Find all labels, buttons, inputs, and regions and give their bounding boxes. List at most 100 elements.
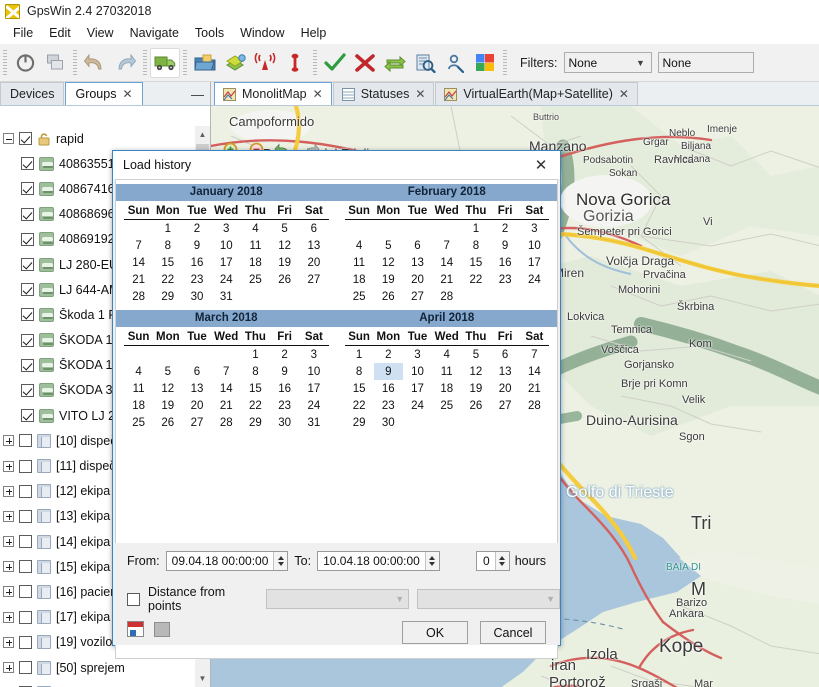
calendar-day-cell[interactable]: 30 <box>374 415 403 432</box>
dialog-title-bar[interactable]: Load history ✕ <box>113 151 560 179</box>
calendar-day-cell[interactable]: 11 <box>124 380 153 397</box>
expand-icon[interactable] <box>3 636 14 648</box>
calendar-day-cell[interactable]: 22 <box>241 398 270 415</box>
calendar-day-cell[interactable]: 25 <box>124 415 153 432</box>
menu-navigate[interactable]: Navigate <box>122 24 187 42</box>
calendar-day-cell[interactable]: 16 <box>491 254 520 271</box>
calendar-day-cell[interactable]: 5 <box>153 363 182 380</box>
calendar-day-cell[interactable]: 26 <box>461 398 490 415</box>
calendar-day-cell[interactable]: 17 <box>520 254 549 271</box>
calendar-day-cell[interactable]: 27 <box>403 289 432 306</box>
calendar-day-cell[interactable]: 28 <box>124 289 153 306</box>
calendar-day-cell[interactable]: 25 <box>345 289 374 306</box>
copy-windows-icon[interactable] <box>40 48 70 78</box>
calendar-day-cell[interactable]: 22 <box>345 398 374 415</box>
expand-icon[interactable] <box>3 485 14 497</box>
hours-spinner[interactable] <box>494 552 509 570</box>
close-icon[interactable]: ✕ <box>122 87 132 101</box>
calendar-day-cell[interactable]: 20 <box>491 380 520 397</box>
antenna-icon[interactable] <box>250 48 280 78</box>
calendar-day-cell[interactable]: 4 <box>345 237 374 254</box>
collapse-icon[interactable] <box>3 133 14 145</box>
menu-view[interactable]: View <box>79 24 122 42</box>
calendar-day-cell[interactable]: 30 <box>270 415 299 432</box>
calendar-day-cell[interactable]: 8 <box>153 237 182 254</box>
tree-row-checkbox[interactable] <box>21 358 34 372</box>
tree-row-checkbox[interactable] <box>19 509 32 523</box>
calendar-day-cell[interactable]: 10 <box>520 237 549 254</box>
calendar-day-cell[interactable]: 24 <box>212 272 241 289</box>
from-date-spinner[interactable] <box>273 552 288 570</box>
calendar-day-cell[interactable]: 8 <box>345 363 374 380</box>
to-date-spinner[interactable] <box>424 552 439 570</box>
google-map-icon[interactable] <box>470 48 500 78</box>
calendar-day-cell[interactable]: 2 <box>491 220 520 238</box>
calendar-day-cell[interactable]: 9 <box>270 363 299 380</box>
expand-icon[interactable] <box>3 435 14 447</box>
expand-icon[interactable] <box>3 561 14 573</box>
from-date-input[interactable]: 09.04.18 00:00:00 <box>165 551 289 571</box>
calendar-day-cell[interactable]: 9 <box>182 237 211 254</box>
calendar-day-cell[interactable]: 1 <box>153 220 182 238</box>
calendar-day-cell[interactable]: 15 <box>345 380 374 397</box>
calendar-day-cell[interactable]: 11 <box>432 363 461 380</box>
tree-row-checkbox[interactable] <box>19 535 32 549</box>
tree-row-checkbox[interactable] <box>21 258 34 272</box>
calendar-day-cell[interactable]: 27 <box>491 398 520 415</box>
tree-row-checkbox[interactable] <box>21 308 34 322</box>
tree-row-checkbox[interactable] <box>19 132 32 146</box>
calendar-day-cell[interactable]: 12 <box>153 380 182 397</box>
calendar-day-cell[interactable]: 6 <box>182 363 211 380</box>
calendar-day-cell[interactable]: 13 <box>491 363 520 380</box>
tree-row-checkbox[interactable] <box>21 409 34 423</box>
calendar-day-cell[interactable]: 29 <box>241 415 270 432</box>
toolbar-grip-3[interactable] <box>143 49 147 76</box>
expand-icon[interactable] <box>3 536 14 548</box>
tree-row-checkbox[interactable] <box>19 585 32 599</box>
calendar-day-cell[interactable]: 18 <box>432 380 461 397</box>
expand-icon[interactable] <box>3 460 14 472</box>
open-folder-icon[interactable] <box>190 48 220 78</box>
calendar-day-cell[interactable]: 14 <box>124 254 153 271</box>
calendar-day-cell[interactable]: 25 <box>432 398 461 415</box>
calendar-day-cell[interactable]: 17 <box>299 380 328 397</box>
exchange-icon[interactable] <box>380 48 410 78</box>
tab-virtualearth[interactable]: VirtualEarth(Map+Satellite) ✕ <box>435 82 638 105</box>
calendar-day-cell[interactable]: 4 <box>124 363 153 380</box>
calendar-day-cell[interactable]: 7 <box>432 237 461 254</box>
calendar-export-icon[interactable] <box>127 621 144 637</box>
toolbar-grip-6[interactable] <box>503 49 507 76</box>
calendar-day-cell[interactable]: 21 <box>520 380 549 397</box>
calendar-day-cell[interactable]: 12 <box>270 237 299 254</box>
calendar-day-cell[interactable]: 31 <box>212 289 241 306</box>
calendar-day-cell[interactable]: 19 <box>374 272 403 289</box>
menu-window[interactable]: Window <box>232 24 292 42</box>
calendar-day-cell[interactable]: 14 <box>212 380 241 397</box>
calendar-day-cell[interactable]: 6 <box>403 237 432 254</box>
expand-icon[interactable] <box>3 611 14 623</box>
redo-icon[interactable] <box>110 48 140 78</box>
calendar-day-cell[interactable]: 23 <box>374 398 403 415</box>
power-icon[interactable] <box>10 48 40 78</box>
calendar-day-cell[interactable]: 6 <box>299 220 328 238</box>
tree-row-checkbox[interactable] <box>21 383 34 397</box>
close-icon[interactable]: ✕ <box>313 87 323 101</box>
calendar-day-cell[interactable]: 10 <box>212 237 241 254</box>
calendar-day-cell[interactable]: 11 <box>345 254 374 271</box>
calendar-day-cell[interactable]: 20 <box>299 254 328 271</box>
calendar-day-cell[interactable]: 22 <box>153 272 182 289</box>
check-green-icon[interactable] <box>320 48 350 78</box>
close-icon[interactable]: ✕ <box>415 87 425 101</box>
calendar-day-cell[interactable]: 17 <box>212 254 241 271</box>
ok-button[interactable]: OK <box>402 621 468 644</box>
calendar-day-cell[interactable]: 4 <box>241 220 270 238</box>
filter-secondary-field[interactable]: None <box>657 52 754 73</box>
menu-help[interactable]: Help <box>293 24 335 42</box>
calendar-day-cell[interactable]: 23 <box>491 272 520 289</box>
distance-from-points-checkbox[interactable] <box>127 592 140 606</box>
calendar-day-cell[interactable]: 15 <box>241 380 270 397</box>
report-search-icon[interactable] <box>410 48 440 78</box>
tree-row-checkbox[interactable] <box>21 157 34 171</box>
calendar-day-cell[interactable]: 2 <box>374 345 403 363</box>
calendar-day-cell[interactable]: 19 <box>461 380 490 397</box>
